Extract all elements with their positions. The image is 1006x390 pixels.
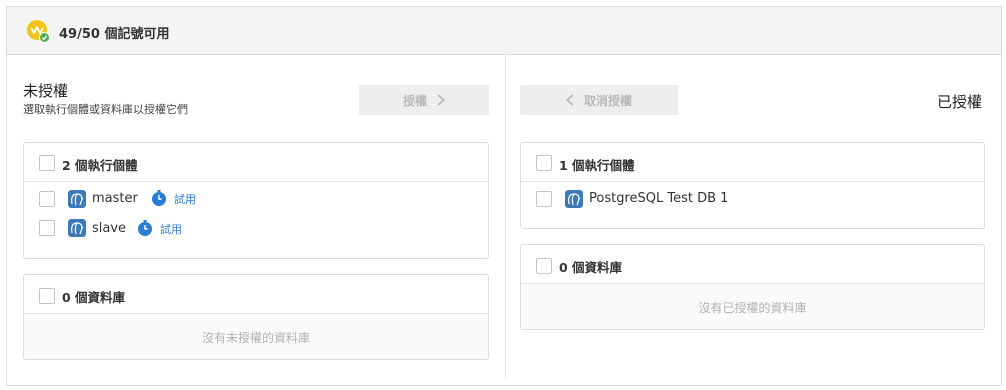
unauthorized-databases-panel: 0 個資料庫 沒有未授權的資料庫 [23,274,489,360]
unauthorized-instances-panel: 2 個執行個體 master 試用 slave 試用 [23,142,489,259]
unauthorize-button[interactable]: 取消授權 [520,85,678,115]
instance-name: slave [92,221,127,236]
instance-checkbox[interactable] [536,191,552,207]
token-coin-icon [27,20,50,43]
panel-header: 0 個資料庫 [24,275,488,314]
select-all-databases-checkbox[interactable] [536,258,552,274]
select-all-instances-checkbox[interactable] [39,155,55,171]
panel-header: 0 個資料庫 [521,245,984,284]
column-divider [505,55,506,379]
instances-count-label: 1 個執行個體 [559,158,635,173]
unauthorize-button-label: 取消授權 [583,93,632,108]
select-all-databases-checkbox[interactable] [39,288,55,304]
authorized-databases-panel: 0 個資料庫 沒有已授權的資料庫 [520,244,985,330]
empty-message: 沒有已授權的資料庫 [698,301,807,315]
databases-count-label: 0 個資料庫 [559,260,623,275]
chevron-left-icon [566,94,574,106]
empty-state: 沒有已授權的資料庫 [521,284,984,329]
unauthorized-subtitle: 選取執行個體或資料庫以授權它們 [23,103,188,116]
select-all-instances-checkbox[interactable] [536,155,552,171]
authorized-instances-panel: 1 個執行個體 PostgreSQL Test DB 1 [520,142,985,229]
license-dialog: 49/50 個記號可用 未授權 選取執行個體或資料庫以授權它們 授權 2 個執行… [6,6,1002,386]
chevron-right-icon [437,94,445,106]
postgresql-elephant-icon [565,190,583,208]
unauthorized-title: 未授權 [23,82,69,100]
empty-message: 沒有未授權的資料庫 [201,331,310,345]
authorized-title: 已授權 [937,93,983,111]
instance-checkbox[interactable] [39,191,55,207]
quota-bar: 49/50 個記號可用 [7,7,1001,55]
trial-badge: 試用 [174,193,196,206]
postgresql-elephant-icon [68,190,86,208]
instance-name: master [92,191,138,206]
postgresql-elephant-icon [68,219,86,237]
panel-header: 2 個執行個體 [24,143,488,182]
panel-header: 1 個執行個體 [521,143,984,182]
instance-name: PostgreSQL Test DB 1 [589,191,729,206]
authorize-button-label: 授權 [402,93,427,108]
databases-count-label: 0 個資料庫 [62,290,126,305]
empty-state: 沒有未授權的資料庫 [24,314,488,359]
stopwatch-icon [138,220,152,236]
instance-checkbox[interactable] [39,220,55,236]
authorize-button[interactable]: 授權 [359,85,489,115]
stopwatch-icon [152,190,166,206]
quota-text: 49/50 個記號可用 [59,27,170,42]
instances-count-label: 2 個執行個體 [62,158,138,173]
trial-badge: 試用 [160,223,182,236]
